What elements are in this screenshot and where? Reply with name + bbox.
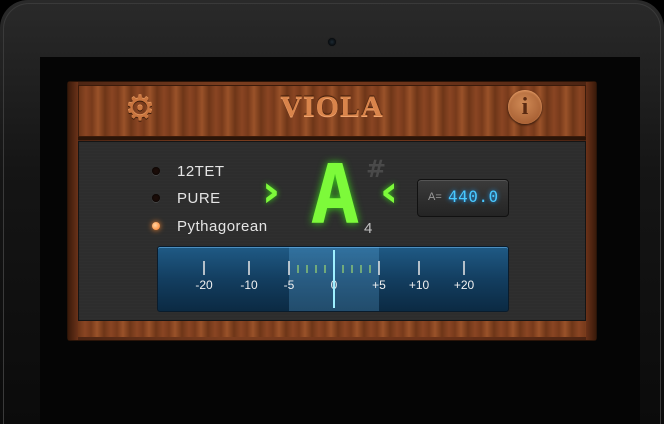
reference-value: 440.0 xyxy=(448,187,499,206)
note-name: A xyxy=(310,148,360,243)
frame-side-right xyxy=(586,82,596,340)
reference-pitch-button[interactable]: A= 440.0 xyxy=(417,179,509,217)
temperament-option-pythagorean[interactable]: Pythagorean xyxy=(152,216,268,236)
frame-bottom xyxy=(78,321,586,337)
app-screen: ⚙ VIOLA i 12TET PURE Pythagorean › A # 4… xyxy=(40,57,640,424)
info-icon[interactable]: i xyxy=(508,90,542,124)
led-indicator xyxy=(152,167,160,175)
tick-label: +5 xyxy=(372,278,386,292)
octave-number: 4 xyxy=(364,220,373,237)
app-title: VIOLA xyxy=(280,90,384,123)
flat-indicator-arrow: › xyxy=(262,166,281,217)
temperament-option-pure[interactable]: PURE xyxy=(152,188,221,208)
temperament-label: PURE xyxy=(177,189,221,207)
temperament-label: 12TET xyxy=(177,162,225,180)
tick-label: -5 xyxy=(284,278,295,292)
frame-side-left xyxy=(68,82,78,340)
meter-scale: -20-10-50+5+10+20 xyxy=(195,250,475,308)
led-indicator-active xyxy=(152,222,160,230)
reference-label: A= xyxy=(428,191,442,203)
temperament-label: Pythagorean xyxy=(177,217,268,235)
gear-icon[interactable]: ⚙ xyxy=(120,89,160,129)
tick-label: +10 xyxy=(409,278,430,292)
cents-meter: -20-10-50+5+10+20 xyxy=(157,246,509,312)
sharp-indicator-arrow: ‹ xyxy=(380,166,399,217)
header-divider xyxy=(78,137,586,140)
led-indicator xyxy=(152,194,160,202)
camera-icon xyxy=(327,37,337,47)
tick-label: -20 xyxy=(195,278,213,292)
temperament-option-12tet[interactable]: 12TET xyxy=(152,161,225,181)
tick-label: -10 xyxy=(240,278,258,292)
tick-label: +20 xyxy=(454,278,475,292)
